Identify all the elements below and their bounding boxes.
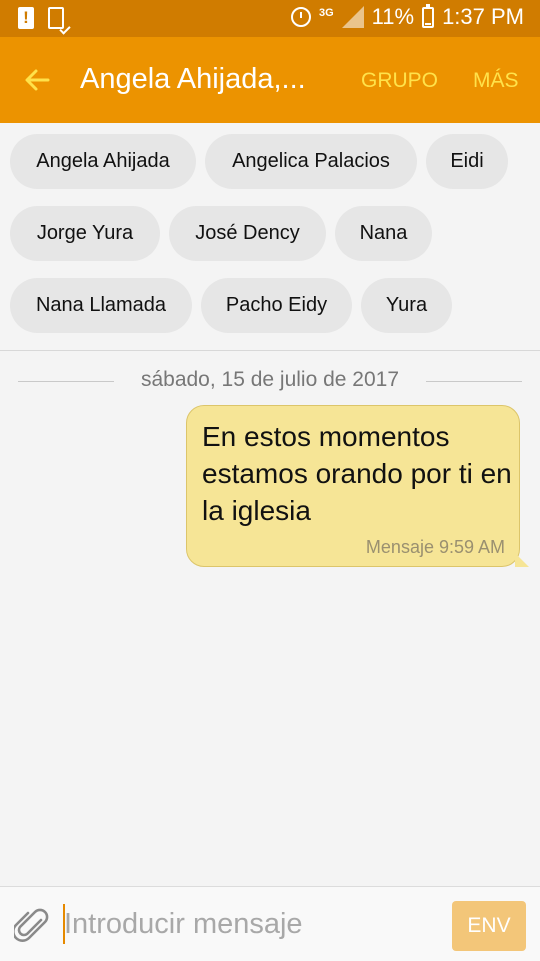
message-bubble[interactable]: En estos momentos estamos orando por ti … bbox=[186, 405, 529, 567]
status-bar: 3G 11% 1:37 PM bbox=[0, 0, 540, 37]
status-right-icons: 3G 11% 1:37 PM bbox=[290, 3, 524, 30]
recipient-chip[interactable]: Nana bbox=[335, 206, 432, 261]
recipient-chip[interactable]: Angelica Palacios bbox=[205, 134, 417, 189]
network-type: 3G bbox=[318, 7, 334, 19]
bubble-tail bbox=[515, 553, 529, 567]
conversation-title[interactable]: Angela Ahijada,... bbox=[80, 63, 306, 96]
device-icon bbox=[48, 7, 64, 29]
message-text: En estos momentos estamos orando por ti … bbox=[202, 421, 512, 526]
signal-icon bbox=[341, 6, 364, 28]
recipient-chip[interactable]: José Dency bbox=[169, 206, 326, 261]
battery-icon bbox=[422, 3, 435, 28]
back-button[interactable] bbox=[16, 57, 58, 103]
recipient-chip[interactable]: Pacho Eidy bbox=[201, 278, 352, 333]
message-timestamp: Mensaje 9:59 AM bbox=[365, 537, 505, 557]
recipient-chips: Angela Ahijada Angelica Palacios Eidi Jo… bbox=[0, 123, 540, 351]
date-separator: sábado, 15 de julio de 2017 bbox=[140, 368, 400, 391]
app-bar: Angela Ahijada,... GRUPO MÁS bbox=[0, 37, 540, 123]
alarm-icon bbox=[290, 7, 311, 27]
send-button[interactable]: ENV bbox=[452, 901, 526, 951]
recipient-chip[interactable]: Nana Llamada bbox=[10, 278, 192, 333]
more-button[interactable]: MÁS bbox=[473, 69, 519, 93]
clock: 1:37 PM bbox=[442, 4, 524, 29]
back-arrow-icon bbox=[25, 69, 50, 91]
paperclip-icon[interactable] bbox=[14, 907, 50, 945]
recipient-chip[interactable]: Angela Ahijada bbox=[10, 134, 196, 189]
message-input[interactable] bbox=[64, 903, 434, 945]
status-left-icons bbox=[18, 7, 64, 29]
battery-percent: 11% bbox=[371, 4, 415, 29]
recipient-chip[interactable]: Yura bbox=[361, 278, 452, 333]
recipient-chip[interactable]: Jorge Yura bbox=[10, 206, 160, 261]
group-button[interactable]: GRUPO bbox=[361, 69, 438, 93]
compose-bar: ENV bbox=[0, 886, 540, 961]
warning-icon bbox=[18, 7, 34, 29]
recipient-chip[interactable]: Eidi bbox=[426, 134, 508, 189]
